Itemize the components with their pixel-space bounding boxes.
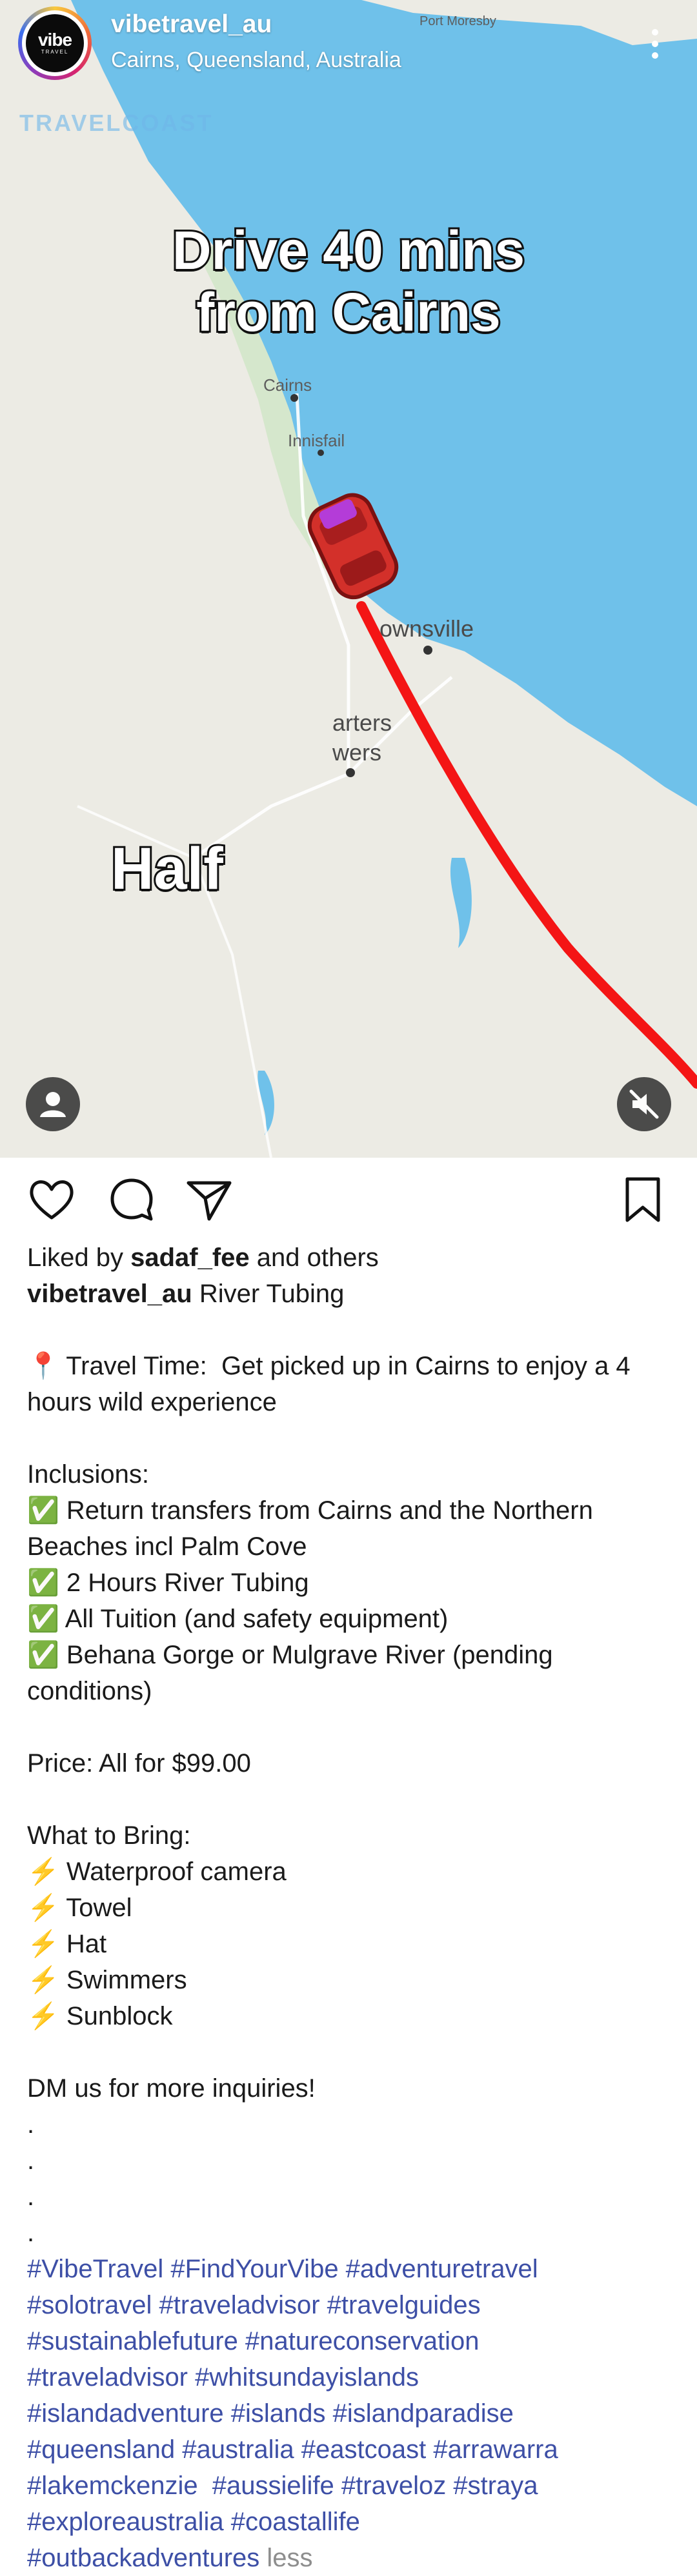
travel-time-line-1: 📍 Travel Time: Get picked up in Cairns t… [27,1352,631,1380]
hashtag-line[interactable]: #sustainablefuture #natureconservation [27,2323,672,2359]
hashtag-line[interactable]: #VibeTravel #FindYourVibe #adventuretrav… [27,2251,672,2287]
dm-line: DM us for more inquiries! [27,2074,316,2103]
bookmark-icon[interactable] [617,1174,669,1225]
video-caption-overlay: Drive 40 mins from Cairns [0,218,697,344]
hashtag-line[interactable]: #lakemckenzie #aussielife #traveloz #str… [27,2468,672,2504]
bring-item: ⚡ Towel [27,1894,132,1922]
inclusions-header: Inclusions: [27,1460,149,1489]
less-link[interactable]: less [259,2544,312,2572]
comment-icon[interactable] [106,1174,157,1225]
bring-item: ⚡ Sunblock [27,2002,173,2030]
watermark: TRAVELCOAST [19,110,214,136]
avatar[interactable]: vibe TRAVEL [18,6,92,80]
travel-time-line-2: hours wild experience [27,1388,277,1416]
avatar-brand-sub: TRAVEL [41,49,69,55]
post-media[interactable]: Port Moresby Cairns Innisfail ownsville … [0,0,697,1158]
map-label-innisfail: Innisfail [288,431,345,450]
bring-header: What to Bring: [27,1821,191,1850]
bring-item: ⚡ Swimmers [27,1966,187,1994]
inclusion-line: ✅ Behana Gorge or Mulgrave River (pendin… [27,1641,553,1669]
map-label-cairns: Cairns [263,375,312,395]
heart-icon[interactable] [26,1174,77,1225]
caption-title-line: vibetravel_au River Tubing [27,1280,345,1308]
dot-line: . [27,2183,35,2211]
inclusion-line: conditions) [27,1677,152,1705]
bring-item: ⚡ Waterproof camera [27,1858,287,1886]
more-options-icon[interactable] [645,25,665,63]
tagged-users-icon[interactable] [26,1077,80,1131]
map-label-townsville: ownsville [379,615,474,642]
muted-speaker-icon[interactable] [617,1077,671,1131]
hashtag-line[interactable]: #solotravel #traveladvisor #travelguides [27,2287,672,2323]
caption-username-link[interactable]: vibetravel_au [27,1280,192,1308]
likes-line: Liked by sadaf_fee and others [27,1243,379,1272]
inclusion-line: ✅ Return transfers from Cairns and the N… [27,1496,593,1525]
bring-item: ⚡ Hat [27,1930,107,1958]
post-header: vibe TRAVEL vibetravel_au Cairns, Queens… [0,0,697,90]
hashtag-line[interactable]: #traveladvisor #whitsundayislands [27,2359,672,2395]
overlay-line-1: Drive 40 mins [170,218,527,282]
map-label-charters-2: wers [332,739,382,766]
hashtag-line[interactable]: #queensland #australia #eastcoast #arraw… [27,2432,672,2468]
post-caption: Liked by sadaf_fee and others vibetravel… [27,1240,672,2576]
hashtag-link[interactable]: #outbackadventures [27,2544,259,2572]
avatar-brand: vibe [37,30,72,50]
dot-line: . [27,2219,35,2247]
overlay-half-text: Half [109,834,225,904]
hashtag-line[interactable]: #exploreaustralia #coastallife [27,2504,672,2540]
inclusion-line: ✅ All Tuition (and safety equipment) [27,1605,449,1633]
location-link[interactable]: Cairns, Queensland, Australia [111,48,401,73]
map-label-charters-1: arters [332,709,392,736]
liked-by-user-link[interactable]: sadaf_fee [130,1243,250,1272]
map-image [0,0,697,1158]
username-link[interactable]: vibetravel_au [111,10,272,39]
dot-line: . [27,2110,35,2139]
overlay-line-2: from Cairns [194,280,502,344]
send-icon[interactable] [183,1174,235,1225]
price-line: Price: All for $99.00 [27,1749,251,1778]
dot-line: . [27,2146,35,2175]
hashtag-line[interactable]: #islandadventure #islands #islandparadis… [27,2395,672,2432]
inclusion-line: Beaches incl Palm Cove [27,1532,307,1561]
inclusion-line: ✅ 2 Hours River Tubing [27,1569,309,1597]
